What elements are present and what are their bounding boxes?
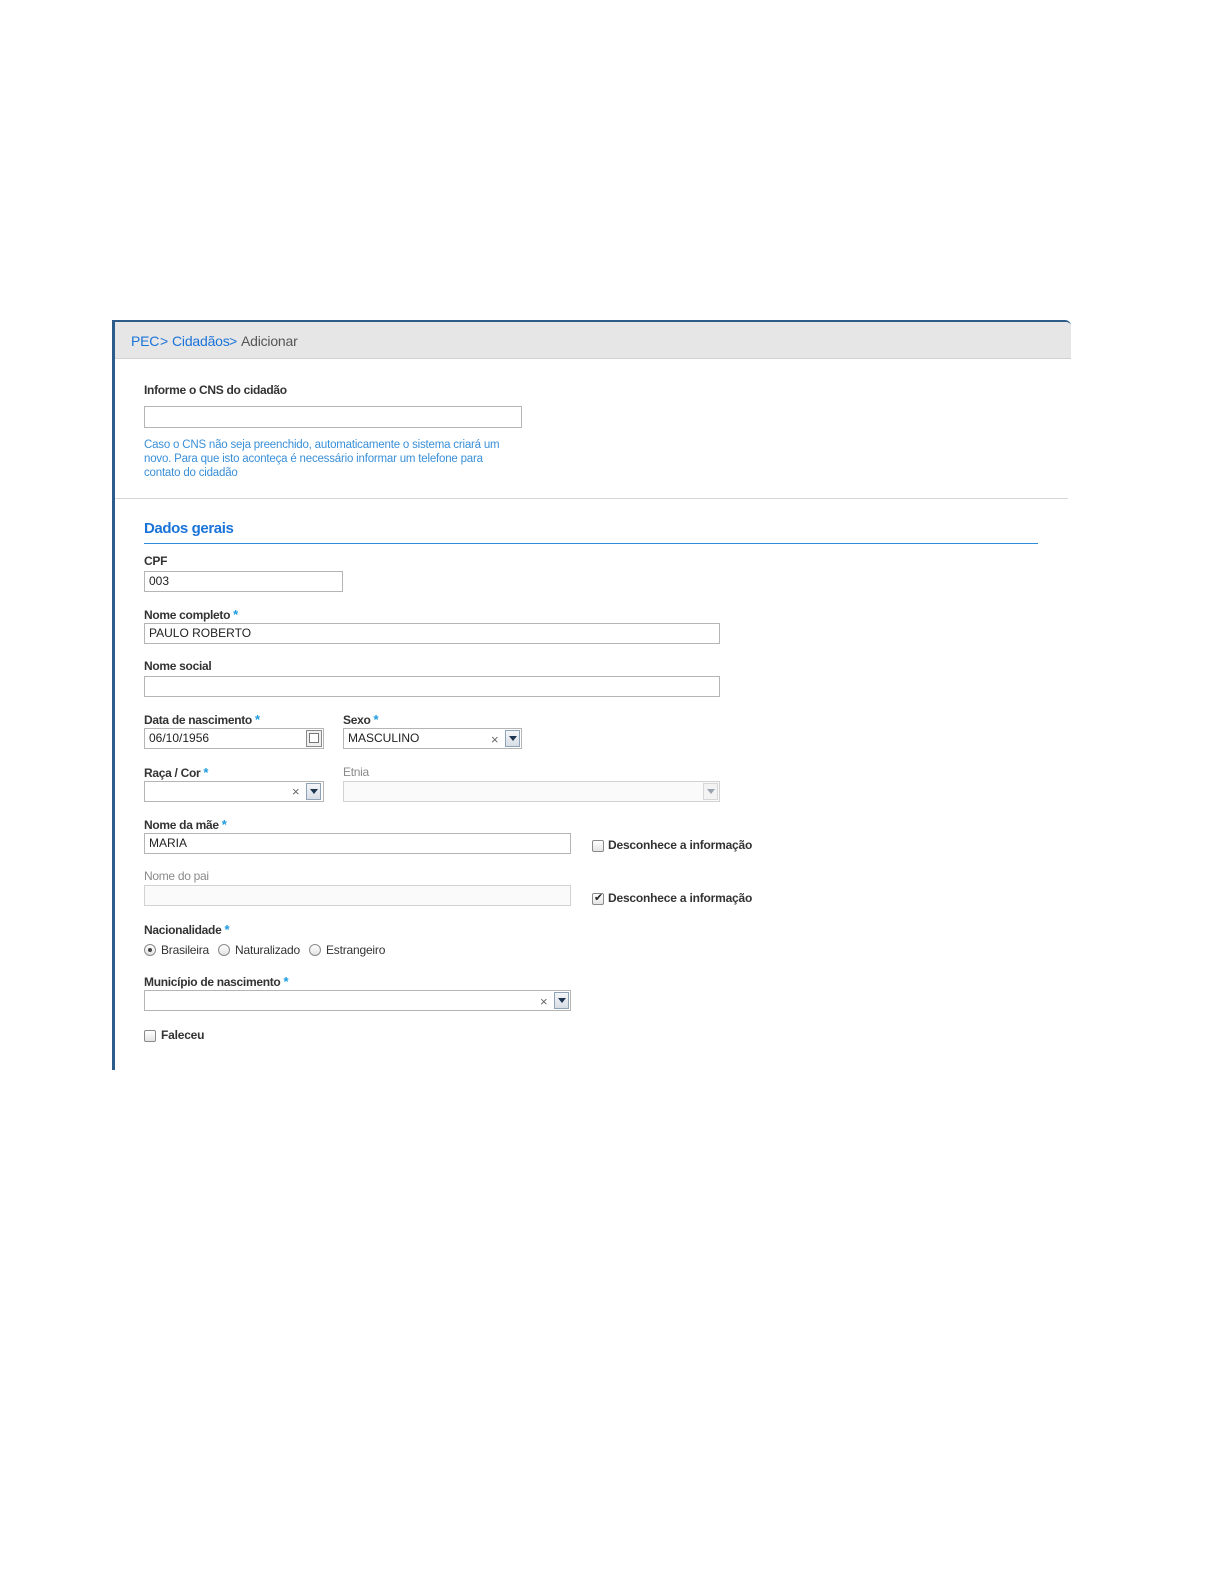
cns-label: Informe o CNS do cidadão	[144, 383, 287, 397]
clear-icon[interactable]: ×	[491, 733, 499, 747]
clear-icon[interactable]: ×	[540, 995, 548, 1009]
nome-mae-input[interactable]: MARIA	[144, 833, 571, 854]
municipio-label: Município de nascimento *	[144, 974, 289, 989]
cns-hint-line: novo. Para que isto aconteça é necessári…	[144, 453, 483, 465]
cpf-label: CPF	[144, 554, 168, 568]
radio-selected-dot	[148, 948, 152, 952]
required-icon: *	[224, 922, 230, 937]
nacionalidade-option-label[interactable]: Estrangeiro	[326, 943, 385, 957]
data-nascimento-label-text: Data de nascimento	[144, 713, 252, 727]
faleceu-checkbox[interactable]	[144, 1030, 156, 1042]
chevron-down-icon[interactable]	[306, 783, 321, 800]
breadcrumb-pec-link[interactable]: PEC	[131, 333, 159, 349]
faleceu-label[interactable]: Faleceu	[161, 1028, 204, 1042]
nacionalidade-option-label[interactable]: Naturalizado	[235, 943, 300, 957]
chevron-down-icon[interactable]	[505, 730, 520, 747]
nacionalidade-radio-naturalizado[interactable]	[218, 944, 230, 956]
breadcrumb-current: Adicionar	[241, 333, 298, 349]
data-nascimento-input[interactable]: 06/10/1956	[144, 728, 324, 749]
cns-hint: Caso o CNS não seja preenchido, automati…	[144, 438, 500, 480]
cpf-input[interactable]: 003	[144, 571, 343, 592]
checkmark-icon: ✔	[594, 892, 604, 904]
sexo-label: Sexo *	[343, 712, 379, 727]
chevron-down-icon	[703, 783, 718, 800]
nacionalidade-radio-estrangeiro[interactable]	[309, 944, 321, 956]
required-icon: *	[283, 974, 289, 989]
nacionalidade-label-text: Nacionalidade	[144, 923, 222, 937]
nome-mae-label: Nome da mãe *	[144, 817, 227, 832]
required-icon: *	[203, 765, 209, 780]
section-underline	[144, 543, 1038, 544]
nome-mae-desconhece-checkbox[interactable]	[592, 840, 604, 852]
nacionalidade-option-label[interactable]: Brasileira	[161, 943, 209, 957]
etnia-label: Etnia	[343, 765, 369, 779]
raca-cor-label-text: Raça / Cor	[144, 766, 201, 780]
cns-input[interactable]	[144, 406, 522, 428]
nome-pai-desconhece-label[interactable]: Desconhece a informação	[608, 891, 752, 905]
municipio-select[interactable]	[144, 990, 571, 1011]
cns-hint-line: contato do cidadão	[144, 467, 238, 479]
nome-mae-label-text: Nome da mãe	[144, 818, 219, 832]
required-icon: *	[221, 817, 227, 832]
breadcrumb-separator: >	[229, 333, 237, 349]
etnia-select	[343, 781, 720, 802]
nacionalidade-radio-brasileira[interactable]	[144, 944, 156, 956]
nome-completo-label: Nome completo *	[144, 607, 238, 622]
municipio-label-text: Município de nascimento	[144, 975, 281, 989]
required-icon: *	[373, 712, 379, 727]
cns-hint-line: Caso o CNS não seja preenchido, automati…	[144, 439, 500, 451]
nome-completo-label-text: Nome completo	[144, 608, 231, 622]
nome-pai-desconhece-checkbox[interactable]: ✔	[592, 892, 604, 905]
section-title: Dados gerais	[144, 520, 234, 537]
nome-pai-input	[144, 885, 571, 906]
data-nascimento-label: Data de nascimento *	[144, 712, 260, 727]
required-icon: *	[254, 712, 260, 727]
nome-mae-desconhece-label[interactable]: Desconhece a informação	[608, 838, 752, 852]
raca-cor-label: Raça / Cor *	[144, 765, 208, 780]
breadcrumb-cidadaos-link[interactable]: Cidadãos	[172, 333, 230, 349]
nacionalidade-label: Nacionalidade *	[144, 922, 230, 937]
calendar-icon[interactable]	[306, 730, 322, 747]
nome-social-label: Nome social	[144, 659, 212, 673]
nome-pai-label: Nome do pai	[144, 869, 209, 883]
section-divider	[115, 498, 1068, 499]
required-icon: *	[233, 607, 238, 622]
nome-completo-input[interactable]: PAULO ROBERTO	[144, 623, 720, 644]
chevron-down-icon[interactable]	[554, 992, 569, 1009]
clear-icon[interactable]: ×	[292, 785, 300, 799]
nome-social-input[interactable]	[144, 676, 720, 697]
form-panel: PEC > Cidadãos > Adicionar Informe o CNS…	[112, 320, 1071, 1070]
sexo-label-text: Sexo	[343, 713, 371, 727]
breadcrumb: PEC > Cidadãos > Adicionar	[115, 322, 1071, 359]
breadcrumb-separator: >	[160, 333, 168, 349]
